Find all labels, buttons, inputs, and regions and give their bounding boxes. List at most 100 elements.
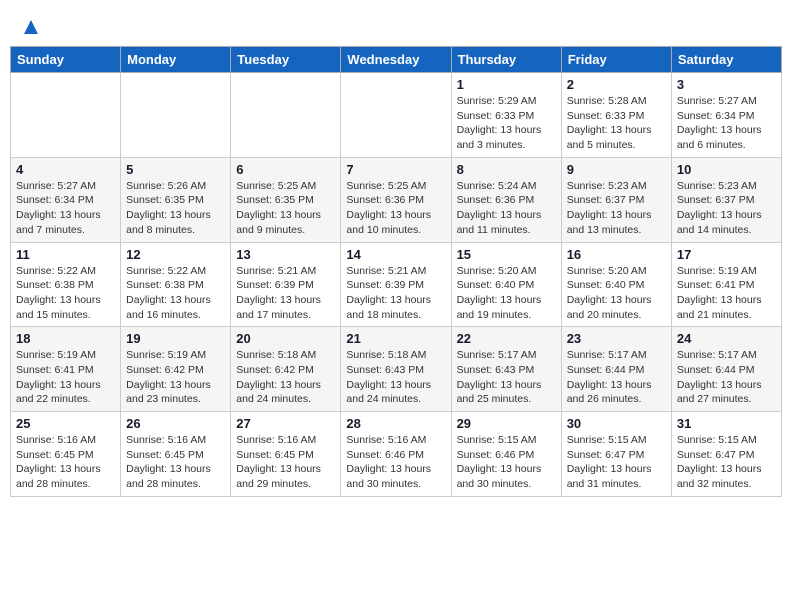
day-info: Sunrise: 5:17 AM Sunset: 6:44 PM Dayligh… [677,348,776,407]
day-cell: 21Sunrise: 5:18 AM Sunset: 6:43 PM Dayli… [341,327,451,412]
day-info: Sunrise: 5:29 AM Sunset: 6:33 PM Dayligh… [457,94,556,153]
day-number: 10 [677,162,776,177]
day-number: 9 [567,162,666,177]
day-number: 28 [346,416,445,431]
column-header-monday: Monday [121,47,231,73]
day-cell: 8Sunrise: 5:24 AM Sunset: 6:36 PM Daylig… [451,157,561,242]
day-cell [11,73,121,158]
column-header-wednesday: Wednesday [341,47,451,73]
day-cell: 17 Sunrise: 5:19 AM Sunset: 6:41 PM Dayli… [671,242,781,327]
day-cell [121,73,231,158]
day-number: 17 [677,247,776,262]
day-number: 26 [126,416,225,431]
calendar-table: SundayMondayTuesdayWednesdayThursdayFrid… [10,46,782,497]
day-cell: 11 Sunrise: 5:22 AM Sunset: 6:38 PM Dayli… [11,242,121,327]
day-number: 2 [567,77,666,92]
day-cell: 14 Sunrise: 5:21 AM Sunset: 6:39 PM Dayli… [341,242,451,327]
day-number: 21 [346,331,445,346]
day-info: Sunrise: 5:16 AM Sunset: 6:45 PM Dayligh… [16,433,115,492]
day-cell: 31 Sunrise: 5:15 AM Sunset: 6:47 PM Dayli… [671,412,781,497]
day-cell: 9 Sunrise: 5:23 AM Sunset: 6:37 PM Daylig… [561,157,671,242]
day-info: Sunrise: 5:17 AM Sunset: 6:44 PM Dayligh… [567,348,666,407]
day-cell: 24 Sunrise: 5:17 AM Sunset: 6:44 PM Dayli… [671,327,781,412]
day-number: 27 [236,416,335,431]
column-header-sunday: Sunday [11,47,121,73]
day-number: 13 [236,247,335,262]
day-number: 18 [16,331,115,346]
day-info: Sunrise: 5:19 AM Sunset: 6:41 PM Dayligh… [677,264,776,323]
day-info: Sunrise: 5:16 AM Sunset: 6:45 PM Dayligh… [236,433,335,492]
day-cell: 27 Sunrise: 5:16 AM Sunset: 6:45 PM Dayli… [231,412,341,497]
column-header-friday: Friday [561,47,671,73]
day-info: Sunrise: 5:16 AM Sunset: 6:46 PM Dayligh… [346,433,445,492]
day-cell: 12Sunrise: 5:22 AM Sunset: 6:38 PM Dayli… [121,242,231,327]
day-cell: 1 Sunrise: 5:29 AM Sunset: 6:33 PM Daylig… [451,73,561,158]
day-cell: 16 Sunrise: 5:20 AM Sunset: 6:40 PM Dayli… [561,242,671,327]
day-cell [341,73,451,158]
day-number: 19 [126,331,225,346]
day-cell: 28 Sunrise: 5:16 AM Sunset: 6:46 PM Dayli… [341,412,451,497]
day-info: Sunrise: 5:27 AM Sunset: 6:34 PM Dayligh… [16,179,115,238]
week-row-1: 1 Sunrise: 5:29 AM Sunset: 6:33 PM Daylig… [11,73,782,158]
day-number: 16 [567,247,666,262]
day-cell: 7 Sunrise: 5:25 AM Sunset: 6:36 PM Daylig… [341,157,451,242]
day-cell: 26 Sunrise: 5:16 AM Sunset: 6:45 PM Dayli… [121,412,231,497]
day-info: Sunrise: 5:18 AM Sunset: 6:42 PM Dayligh… [236,348,335,407]
day-cell: 29 Sunrise: 5:15 AM Sunset: 6:46 PM Dayli… [451,412,561,497]
day-info: Sunrise: 5:15 AM Sunset: 6:46 PM Dayligh… [457,433,556,492]
day-info: Sunrise: 5:23 AM Sunset: 6:37 PM Dayligh… [677,179,776,238]
day-cell: 10 Sunrise: 5:23 AM Sunset: 6:37 PM Dayli… [671,157,781,242]
day-info: Sunrise: 5:19 AM Sunset: 6:42 PM Dayligh… [126,348,225,407]
day-number: 20 [236,331,335,346]
day-cell [231,73,341,158]
day-number: 30 [567,416,666,431]
day-number: 8 [457,162,556,177]
day-info: Sunrise: 5:23 AM Sunset: 6:37 PM Dayligh… [567,179,666,238]
day-cell: 3 Sunrise: 5:27 AM Sunset: 6:34 PM Daylig… [671,73,781,158]
day-number: 23 [567,331,666,346]
day-number: 5 [126,162,225,177]
day-cell: 6Sunrise: 5:25 AM Sunset: 6:35 PM Daylig… [231,157,341,242]
day-info: Sunrise: 5:15 AM Sunset: 6:47 PM Dayligh… [677,433,776,492]
logo [20,18,40,36]
day-cell: 15Sunrise: 5:20 AM Sunset: 6:40 PM Dayli… [451,242,561,327]
week-row-2: 4 Sunrise: 5:27 AM Sunset: 6:34 PM Daylig… [11,157,782,242]
day-info: Sunrise: 5:16 AM Sunset: 6:45 PM Dayligh… [126,433,225,492]
day-cell: 18 Sunrise: 5:19 AM Sunset: 6:41 PM Dayli… [11,327,121,412]
day-number: 11 [16,247,115,262]
day-number: 15 [457,247,556,262]
day-info: Sunrise: 5:21 AM Sunset: 6:39 PM Dayligh… [236,264,335,323]
day-number: 24 [677,331,776,346]
day-number: 4 [16,162,115,177]
day-cell: 22 Sunrise: 5:17 AM Sunset: 6:43 PM Dayli… [451,327,561,412]
day-number: 31 [677,416,776,431]
day-number: 1 [457,77,556,92]
column-header-thursday: Thursday [451,47,561,73]
day-number: 7 [346,162,445,177]
day-cell: 4 Sunrise: 5:27 AM Sunset: 6:34 PM Daylig… [11,157,121,242]
column-header-tuesday: Tuesday [231,47,341,73]
column-header-saturday: Saturday [671,47,781,73]
day-number: 22 [457,331,556,346]
day-info: Sunrise: 5:20 AM Sunset: 6:40 PM Dayligh… [567,264,666,323]
day-info: Sunrise: 5:25 AM Sunset: 6:36 PM Dayligh… [346,179,445,238]
day-cell: 2 Sunrise: 5:28 AM Sunset: 6:33 PM Daylig… [561,73,671,158]
day-cell: 5Sunrise: 5:26 AM Sunset: 6:35 PM Daylig… [121,157,231,242]
day-info: Sunrise: 5:19 AM Sunset: 6:41 PM Dayligh… [16,348,115,407]
day-info: Sunrise: 5:28 AM Sunset: 6:33 PM Dayligh… [567,94,666,153]
day-number: 29 [457,416,556,431]
day-number: 14 [346,247,445,262]
calendar-header-row: SundayMondayTuesdayWednesdayThursdayFrid… [11,47,782,73]
day-info: Sunrise: 5:27 AM Sunset: 6:34 PM Dayligh… [677,94,776,153]
day-cell: 19 Sunrise: 5:19 AM Sunset: 6:42 PM Dayli… [121,327,231,412]
day-info: Sunrise: 5:22 AM Sunset: 6:38 PM Dayligh… [16,264,115,323]
day-info: Sunrise: 5:17 AM Sunset: 6:43 PM Dayligh… [457,348,556,407]
day-cell: 20 Sunrise: 5:18 AM Sunset: 6:42 PM Dayli… [231,327,341,412]
day-number: 3 [677,77,776,92]
day-info: Sunrise: 5:15 AM Sunset: 6:47 PM Dayligh… [567,433,666,492]
day-cell: 13 Sunrise: 5:21 AM Sunset: 6:39 PM Dayli… [231,242,341,327]
day-info: Sunrise: 5:25 AM Sunset: 6:35 PM Dayligh… [236,179,335,238]
day-info: Sunrise: 5:21 AM Sunset: 6:39 PM Dayligh… [346,264,445,323]
week-row-5: 25Sunrise: 5:16 AM Sunset: 6:45 PM Dayli… [11,412,782,497]
day-info: Sunrise: 5:22 AM Sunset: 6:38 PM Dayligh… [126,264,225,323]
